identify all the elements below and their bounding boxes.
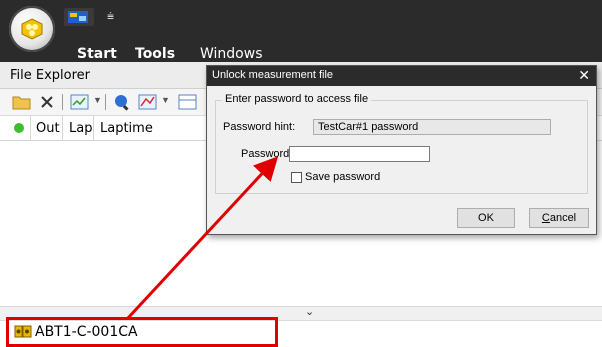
status-dot-icon [14,123,24,133]
search-icon[interactable] [113,93,131,111]
column-header-lap[interactable]: Lap [69,121,92,136]
app-logo-icon [21,18,43,40]
open-folder-icon[interactable] [12,93,32,111]
annotation-highlight-box [6,317,278,347]
password-hint-field: TestCar#1 password [313,119,551,135]
close-icon[interactable] [40,93,54,111]
menu-tools[interactable]: Tools [135,46,175,62]
close-icon[interactable]: ✕ [578,67,590,84]
explorer-title: File Explorer [10,68,91,83]
app-menu-button[interactable] [9,6,55,52]
chart-view-dropdown-icon[interactable]: ▼ [93,95,102,105]
app-titlebar: ⩧ Start Tools Windows [0,0,602,62]
password-label: Password: [241,148,293,160]
column-header-laptime[interactable]: Laptime [100,121,153,136]
table-view-icon[interactable] [178,93,198,111]
column-divider[interactable] [30,116,31,140]
dialog-title: Unlock measurement file [212,69,334,81]
cancel-button[interactable]: Cancel [529,208,589,228]
dialog-titlebar[interactable]: Unlock measurement file ✕ [207,66,596,86]
password-hint-label: Password hint: [223,121,296,133]
quick-access-icon[interactable] [64,8,94,26]
toolbar-divider [105,94,106,110]
column-divider[interactable] [93,116,94,140]
toolbar-divider [62,94,63,110]
column-divider[interactable] [62,116,63,140]
measurement-view-dropdown-icon[interactable]: ▼ [161,95,170,105]
save-password-label[interactable]: Save password [305,171,380,183]
menu-windows[interactable]: Windows [200,46,263,62]
chevron-down-icon[interactable]: ⌄ [305,305,314,318]
chart-view-icon[interactable] [70,93,90,111]
column-header-out[interactable]: Out [36,121,60,136]
measurement-view-icon[interactable] [138,93,158,111]
quick-access-dropdown-icon[interactable]: ⩧ [107,9,114,24]
save-password-checkbox[interactable] [291,172,302,183]
menu-start[interactable]: Start [77,46,117,62]
group-title: Enter password to access file [222,93,372,105]
unlock-dialog: Unlock measurement file ✕ Enter password… [206,65,597,235]
ok-button[interactable]: OK [457,208,515,228]
password-input[interactable] [289,146,430,162]
